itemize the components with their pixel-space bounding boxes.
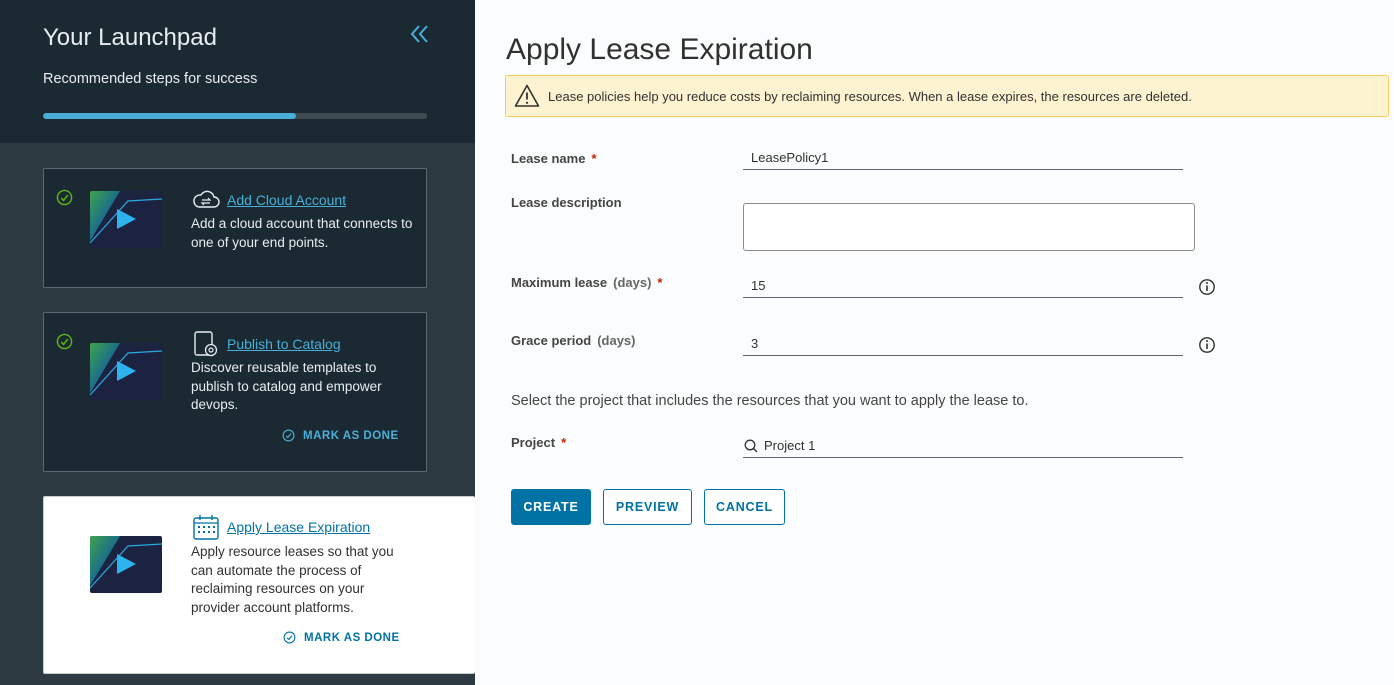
document-gear-icon [194, 331, 218, 357]
grace-period-label: Grace period (days) [511, 333, 636, 348]
step-card-apply-lease-expiration: Apply Lease Expiration Apply resource le… [43, 496, 475, 674]
maximum-lease-value: 15 [751, 278, 766, 293]
lease-name-label: Lease name * [511, 151, 597, 166]
card-description: Apply resource leases so that you can au… [191, 544, 394, 615]
calendar-icon [193, 515, 219, 540]
mark-as-done-button[interactable]: MARK AS DONE [283, 631, 400, 644]
card-description: Add a cloud account that connects to one… [191, 216, 413, 250]
video-thumbnail[interactable] [90, 191, 162, 248]
launchpad-sidebar: Your Launchpad Recommended steps for suc… [0, 0, 475, 685]
mark-as-done-label: MARK AS DONE [303, 429, 399, 442]
required-marker: * [657, 275, 663, 290]
cloud-sync-icon [193, 190, 220, 208]
required-marker: * [591, 151, 597, 166]
double-chevron-left-icon[interactable] [408, 22, 432, 46]
video-thumbnail[interactable] [90, 343, 162, 400]
required-marker: * [561, 435, 567, 450]
project-instruction: Select the project that includes the res… [511, 393, 1029, 409]
launchpad-progress-bar [43, 113, 427, 119]
page-title: Apply Lease Expiration [506, 33, 813, 66]
lease-name-value: LeasePolicy1 [751, 150, 829, 165]
check-circle-icon [283, 631, 296, 644]
search-icon [744, 439, 758, 452]
days-hint: (days) [597, 333, 636, 348]
video-thumbnail[interactable] [90, 536, 162, 593]
play-icon [90, 536, 162, 593]
check-circle-icon [56, 189, 73, 206]
project-search-input[interactable]: Project 1 [743, 434, 1183, 458]
lease-name-label-text: Lease name [511, 151, 586, 166]
launchpad-progress-fill [43, 113, 297, 119]
play-icon [90, 343, 162, 400]
launchpad-header: Your Launchpad Recommended steps for suc… [0, 0, 475, 143]
project-value: Project 1 [764, 438, 816, 453]
maximum-lease-label: Maximum lease (days) * [511, 275, 662, 290]
card-description: Discover reusable templates to publish t… [191, 360, 382, 412]
warning-alert: Lease policies help you reduce costs by … [505, 75, 1389, 117]
launchpad-title: Your Launchpad [43, 24, 217, 51]
info-icon[interactable] [1198, 336, 1216, 354]
maximum-lease-input[interactable]: 15 [743, 274, 1183, 298]
play-icon [90, 191, 162, 248]
apply-lease-expiration-link[interactable]: Apply Lease Expiration [227, 519, 370, 535]
preview-button[interactable]: PREVIEW [603, 489, 692, 525]
step-card-add-cloud-account: Add Cloud Account Add a cloud account th… [43, 168, 427, 288]
create-button[interactable]: CREATE [511, 489, 591, 525]
warning-triangle-icon [514, 84, 540, 107]
add-cloud-account-link[interactable]: Add Cloud Account [227, 192, 346, 208]
lease-description-label: Lease description [511, 195, 622, 210]
mark-as-done-label: MARK AS DONE [304, 631, 400, 644]
cancel-button[interactable]: CANCEL [704, 489, 785, 525]
step-card-publish-to-catalog: Publish to Catalog Discover reusable tem… [43, 312, 427, 472]
lease-description-textarea[interactable] [743, 203, 1195, 251]
project-label-text: Project [511, 435, 556, 450]
lease-name-input[interactable]: LeasePolicy1 [743, 146, 1183, 170]
check-circle-icon [56, 333, 73, 350]
main-content: Apply Lease Expiration Lease policies he… [475, 0, 1394, 685]
alert-message: Lease policies help you reduce costs by … [548, 88, 1192, 104]
grace-period-input[interactable]: 3 [743, 332, 1183, 356]
days-hint: (days) [613, 275, 652, 290]
grace-period-label-text: Grace period [511, 333, 592, 348]
publish-to-catalog-link[interactable]: Publish to Catalog [227, 336, 341, 352]
launchpad-subtitle: Recommended steps for success [43, 71, 258, 87]
mark-as-done-button[interactable]: MARK AS DONE [282, 429, 399, 442]
info-icon[interactable] [1198, 278, 1216, 296]
grace-period-value: 3 [751, 336, 759, 351]
project-label: Project * [511, 435, 566, 450]
check-circle-icon [282, 429, 295, 442]
maximum-lease-label-text: Maximum lease [511, 275, 608, 290]
